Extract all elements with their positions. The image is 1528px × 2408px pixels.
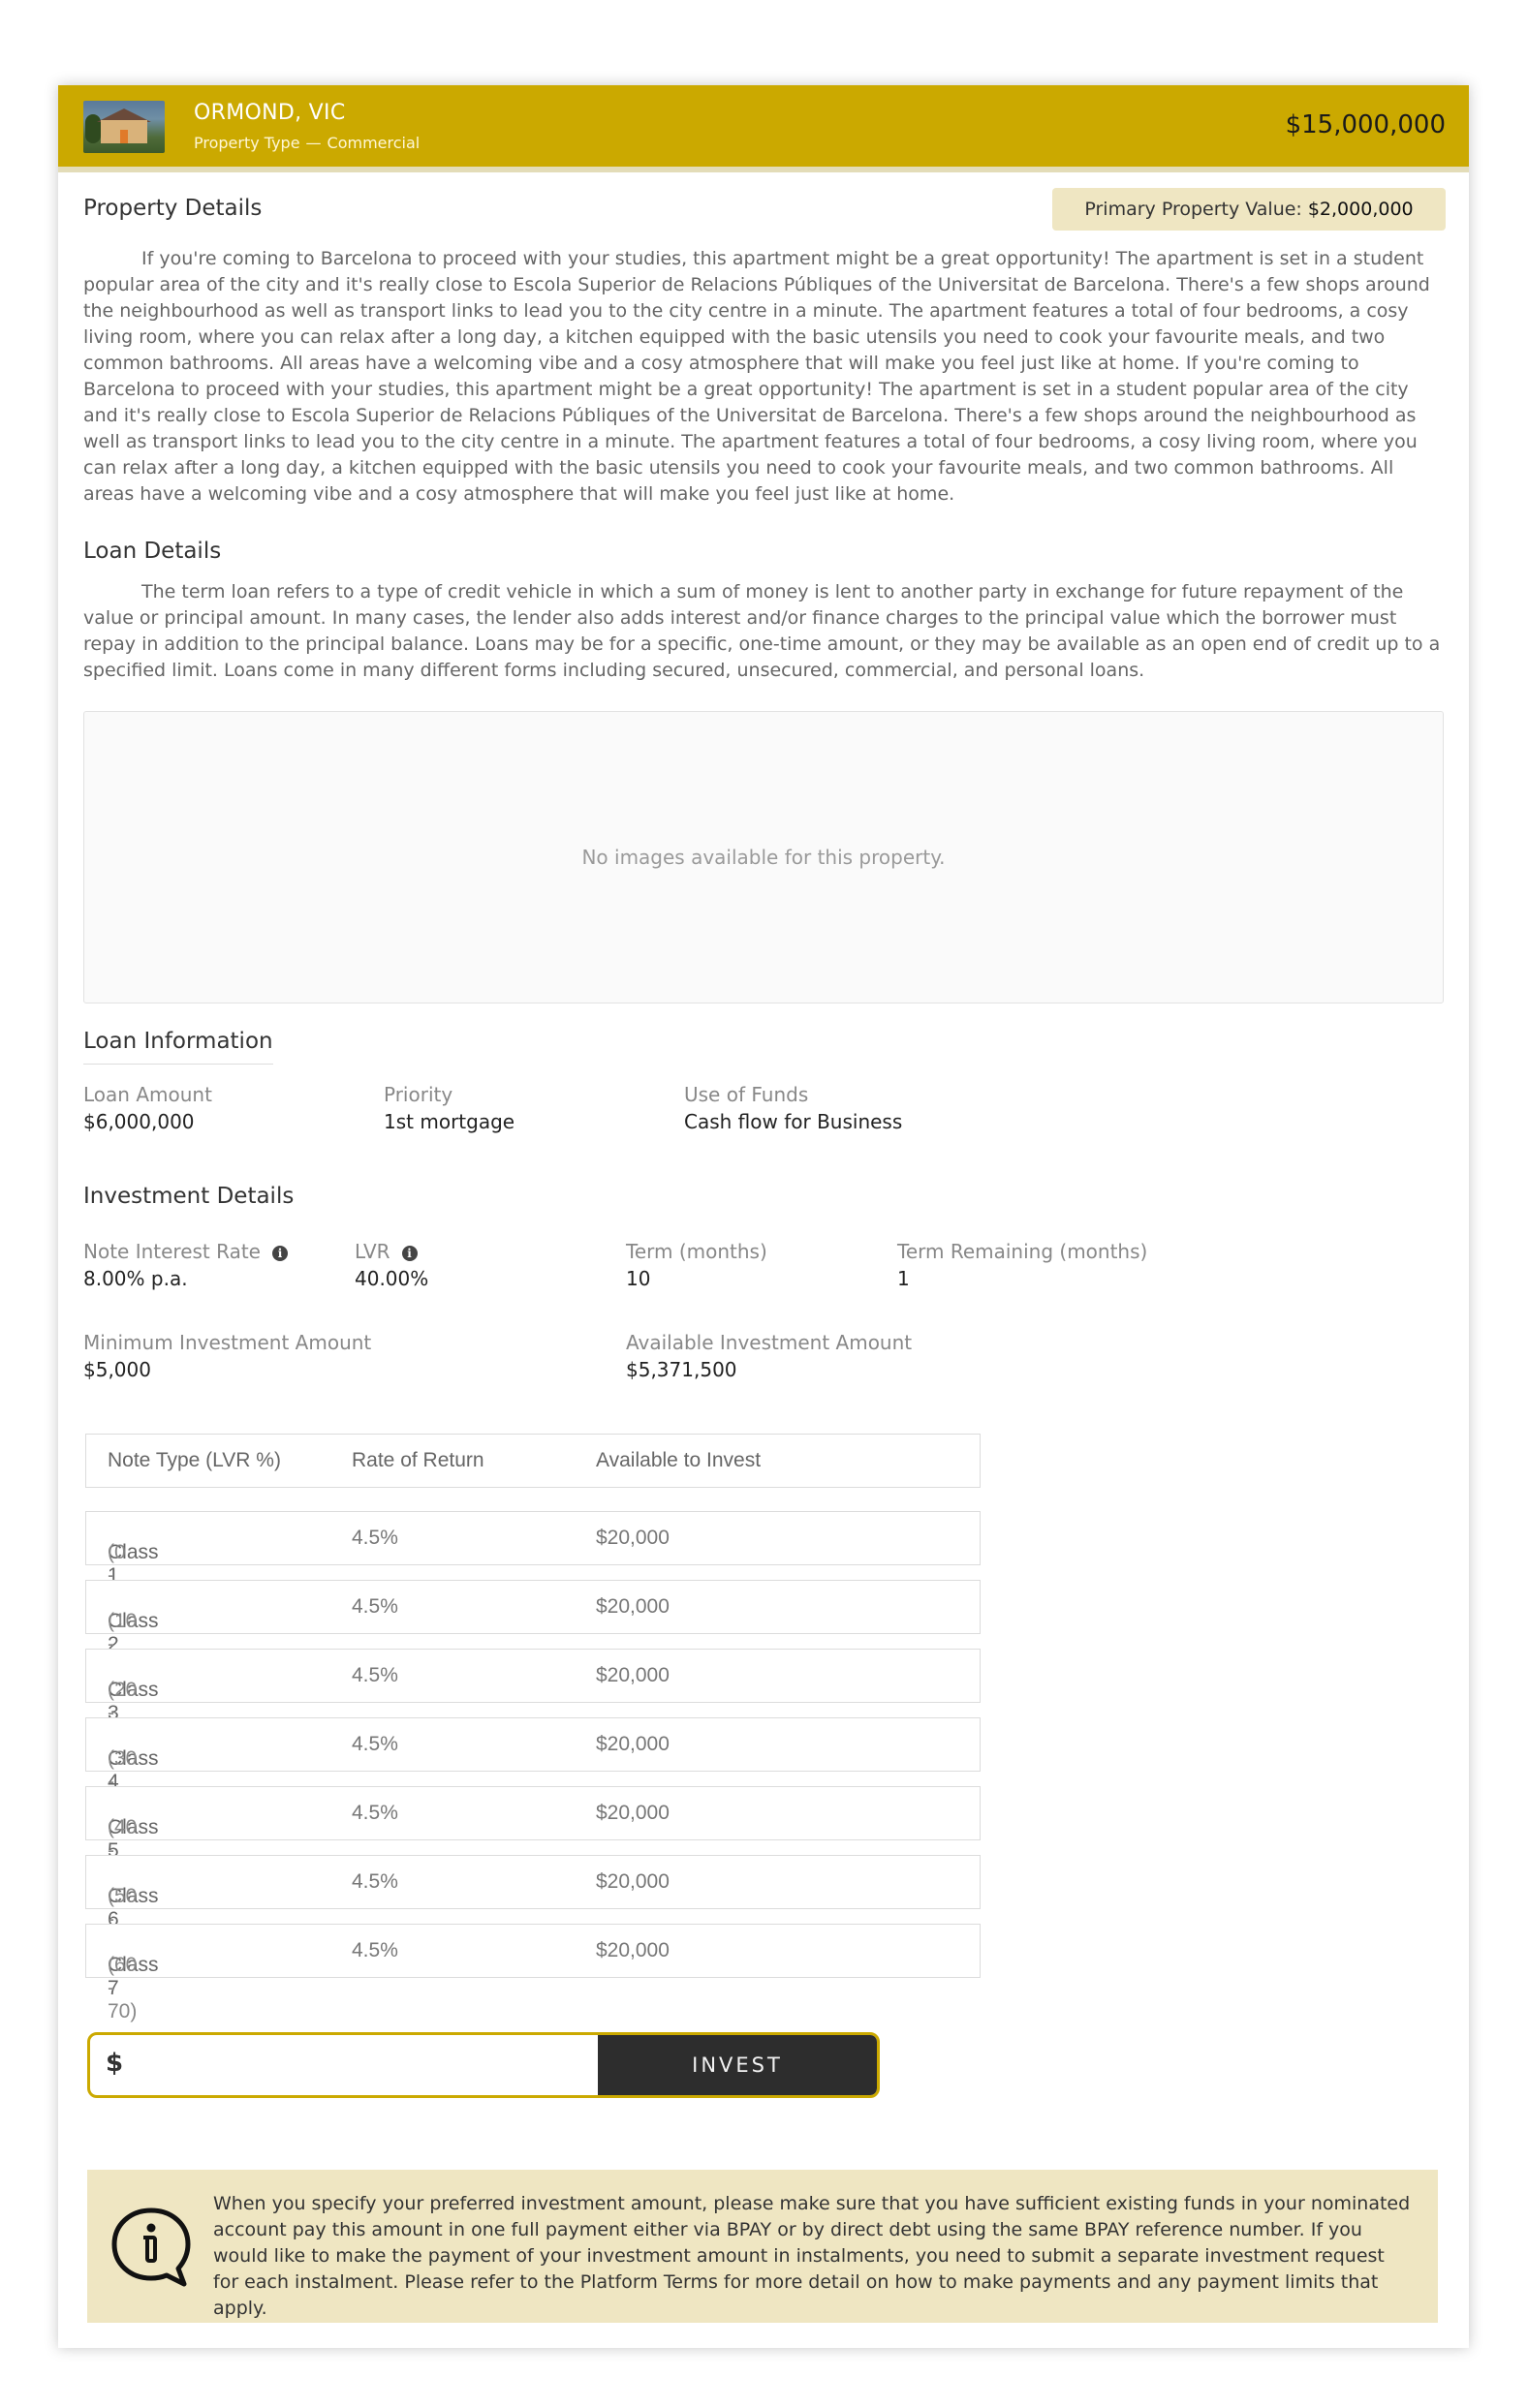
lvr-value: 40.00% — [355, 1267, 429, 1290]
currency-symbol: $ — [106, 2049, 124, 2078]
available-cell: $20,000 — [596, 1527, 670, 1549]
interest-rate-label: Note Interest Rate i — [83, 1240, 288, 1263]
column-header-note-type: Note Type (LVR %) — [108, 1449, 281, 1471]
min-investment-label: Minimum Investment Amount — [83, 1331, 372, 1354]
table-row[interactable]: Class 2 (10 - 20) 4.5% $20,000 — [85, 1580, 981, 1679]
primary-property-value-badge: Primary Property Value: $2,000,000 — [1052, 188, 1446, 231]
invest-form: $ INVEST — [87, 2032, 880, 2098]
available-cell: $20,000 — [596, 1939, 670, 1961]
property-thumbnail[interactable] — [83, 101, 165, 153]
table-row[interactable]: Class 5 (40 - 50) 4.5% $20,000 — [85, 1786, 981, 1885]
property-description: If you're coming to Barcelona to proceed… — [83, 248, 1430, 505]
interest-rate-value: 8.00% p.a. — [83, 1267, 188, 1290]
no-images-text: No images available for this property. — [581, 846, 946, 869]
property-type: Property Type — Commercial — [194, 134, 420, 152]
available-cell: $20,000 — [596, 1595, 670, 1618]
investment-amount-input[interactable] — [133, 2043, 602, 2089]
term-remaining-value: 1 — [897, 1267, 910, 1290]
term-remaining-label: Term Remaining (months) — [897, 1240, 1148, 1263]
priority-label: Priority — [384, 1083, 453, 1106]
available-cell: $20,000 — [596, 1802, 670, 1824]
use-of-funds-value: Cash flow for Business — [684, 1110, 903, 1133]
primary-value-label: Primary Property Value: — [1084, 199, 1302, 220]
table-row[interactable]: Class 6 (50 - 60) 4.5% $20,000 — [85, 1855, 981, 1954]
section-underline — [83, 1064, 273, 1065]
rate-cell: 4.5% — [352, 1664, 398, 1686]
table-row[interactable]: Class 4 (30 - 40) 4.5% $20,000 — [85, 1717, 981, 1816]
table-row[interactable]: Class 7 (60 - 70) 4.5% $20,000 — [85, 1924, 981, 2022]
available-cell: $20,000 — [596, 1664, 670, 1686]
info-icon[interactable]: i — [401, 1246, 418, 1261]
loan-information-title: Loan Information — [83, 1029, 273, 1054]
notice-text: When you specify your preferred investme… — [213, 2193, 1411, 2319]
term-label: Term (months) — [626, 1240, 767, 1263]
available-cell: $20,000 — [596, 1870, 670, 1893]
priority-value: 1st mortgage — [384, 1110, 515, 1133]
available-investment-label: Available Investment Amount — [626, 1331, 913, 1354]
info-speech-bubble-icon — [111, 2207, 191, 2287]
property-location: ORMOND, VIC — [194, 101, 346, 125]
rate-cell: 4.5% — [352, 1802, 398, 1824]
column-header-available: Available to Invest — [596, 1449, 762, 1471]
loan-amount-value: $6,000,000 — [83, 1110, 195, 1133]
lvr-label: LVR i — [355, 1240, 418, 1263]
loan-description: The term loan refers to a type of credit… — [83, 581, 1441, 681]
notes-table-header: Note Type (LVR %) Rate of Return Availab… — [85, 1434, 981, 1488]
image-gallery-placeholder: No images available for this property. — [83, 711, 1444, 1003]
loan-details-title: Loan Details — [83, 539, 222, 564]
property-price: $15,000,000 — [1285, 110, 1446, 139]
property-type-dash: — — [305, 134, 322, 152]
loan-amount-label: Loan Amount — [83, 1083, 212, 1106]
table-row[interactable]: Class 3 (20 - 30) 4.5% $20,000 — [85, 1649, 981, 1747]
property-type-label: Property Type — [194, 134, 300, 152]
use-of-funds-label: Use of Funds — [684, 1083, 809, 1106]
column-header-rate: Rate of Return — [352, 1449, 484, 1471]
info-icon[interactable]: i — [272, 1246, 288, 1261]
min-investment-value: $5,000 — [83, 1358, 151, 1381]
lvr-label-text: LVR — [355, 1240, 390, 1263]
table-row[interactable]: Class 1 (0 - 10) 4.5% $20,000 — [85, 1511, 981, 1610]
rate-cell: 4.5% — [352, 1870, 398, 1893]
rate-cell: 4.5% — [352, 1595, 398, 1618]
rate-cell: 4.5% — [352, 1733, 398, 1755]
available-cell: $20,000 — [596, 1733, 670, 1755]
available-investment-value: $5,371,500 — [626, 1358, 737, 1381]
payment-notice: When you specify your preferred investme… — [87, 2170, 1438, 2323]
rate-cell: 4.5% — [352, 1527, 398, 1549]
property-header: ORMOND, VIC Property Type — Commercial $15… — [58, 85, 1469, 172]
property-card: ORMOND, VIC Property Type — Commercial $15… — [58, 85, 1469, 2348]
property-type-value: Commercial — [327, 134, 421, 152]
note-range: (60 - 70) — [108, 1954, 138, 2022]
investment-details-title: Investment Details — [83, 1184, 295, 1209]
primary-value: $2,000,000 — [1307, 199, 1414, 220]
interest-rate-label-text: Note Interest Rate — [83, 1240, 261, 1263]
property-details-title: Property Details — [83, 196, 263, 221]
term-value: 10 — [626, 1267, 651, 1290]
invest-button[interactable]: INVEST — [598, 2035, 877, 2095]
rate-cell: 4.5% — [352, 1939, 398, 1961]
